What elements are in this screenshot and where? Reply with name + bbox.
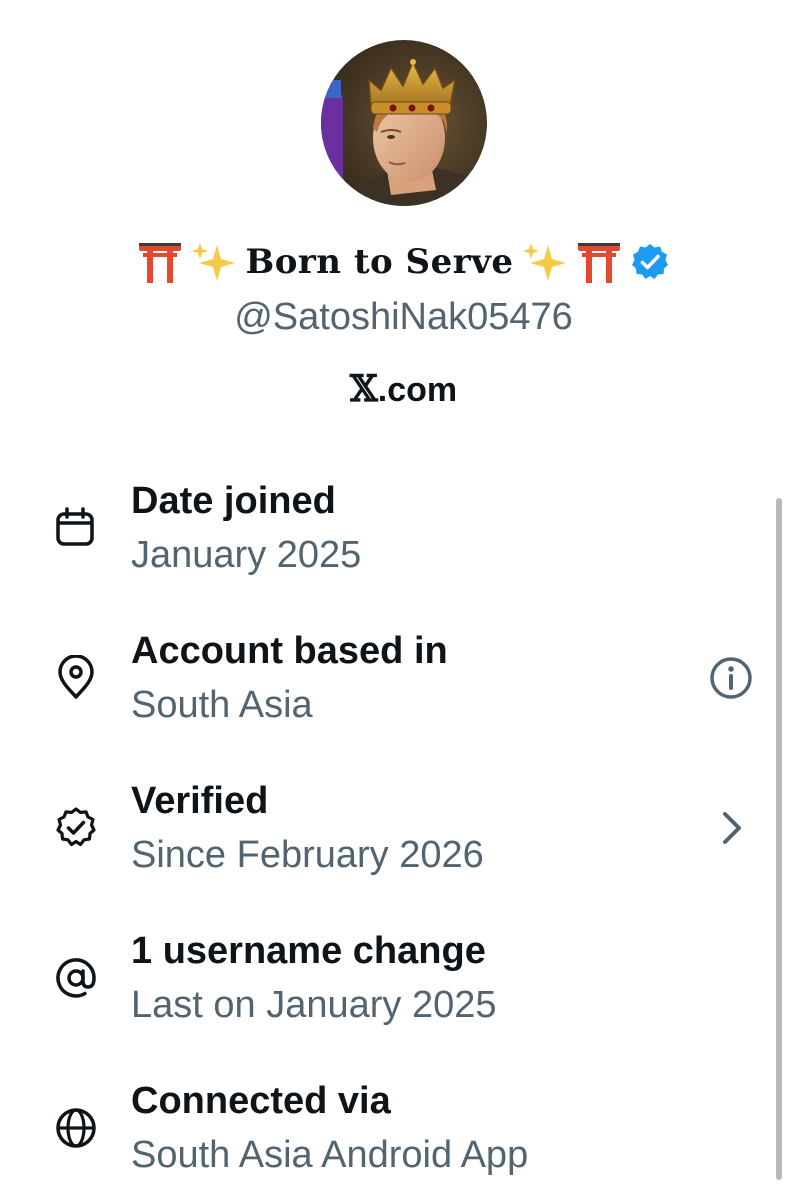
site-label: 𝕏.com	[0, 364, 807, 415]
info-icon[interactable]	[706, 653, 756, 703]
verified-badge-icon[interactable]	[630, 242, 670, 282]
row-title: Account based in	[131, 630, 448, 672]
vertical-scrollbar[interactable]	[776, 498, 782, 1180]
row-title: Verified	[131, 780, 269, 822]
row-value: January 2025	[131, 534, 362, 576]
info-row-connected-via: Connected via South Asia Android App	[0, 1070, 770, 1200]
row-title: Connected via	[131, 1080, 391, 1122]
display-name: Born to Serve	[245, 242, 514, 282]
torii-gate-icon	[137, 239, 183, 285]
row-value: Since February 2026	[131, 834, 484, 876]
sparkles-icon	[191, 239, 237, 285]
x-logo-glyph: 𝕏	[349, 368, 378, 410]
chevron-right-icon[interactable]	[706, 803, 756, 853]
torii-gate-icon	[576, 239, 622, 285]
row-value: Last on January 2025	[131, 984, 497, 1026]
row-value: South Asia Android App	[131, 1134, 529, 1176]
at-sign-icon	[53, 955, 99, 1001]
info-row-account-based-in: Account based in South Asia	[0, 620, 770, 750]
sparkles-icon	[522, 239, 568, 285]
info-row-username-change: 1 username change Last on January 2025	[0, 920, 770, 1050]
profile-avatar[interactable]	[321, 40, 487, 206]
globe-icon	[53, 1105, 99, 1151]
row-title: Date joined	[131, 480, 336, 522]
row-value: South Asia	[131, 684, 313, 726]
site-suffix: .com	[377, 371, 458, 409]
profile-handle: @SatoshiNak05476	[234, 296, 573, 338]
info-row-date-joined: Date joined January 2025	[0, 470, 770, 600]
location-pin-icon	[53, 655, 99, 701]
calendar-icon	[53, 505, 99, 551]
display-name-row: Born to Serve	[0, 234, 807, 290]
row-title: 1 username change	[131, 930, 486, 972]
verified-check-icon	[53, 805, 99, 851]
info-row-verified[interactable]: Verified Since February 2026	[0, 770, 770, 900]
